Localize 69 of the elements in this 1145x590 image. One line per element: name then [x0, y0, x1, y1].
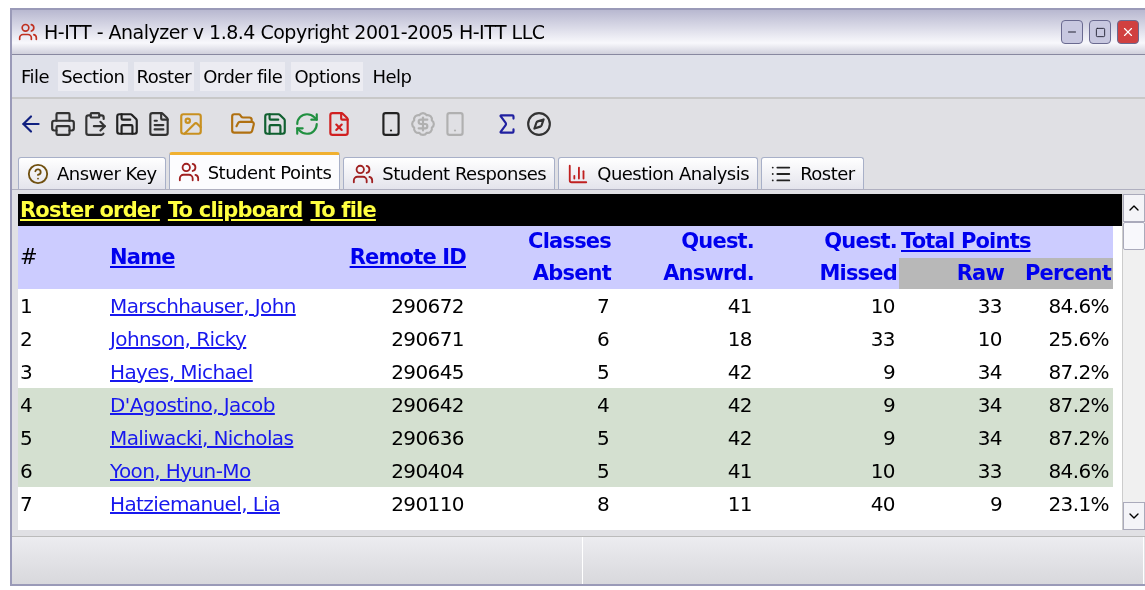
table-cell: 87.2% [1006, 421, 1113, 454]
menu-item[interactable]: File [18, 61, 53, 91]
tab[interactable]: Answer Key [18, 157, 166, 189]
table-cell: 84.6% [1006, 454, 1113, 487]
table-cell: 10 [756, 454, 899, 487]
column-header: Percent [1006, 257, 1113, 289]
compass-icon[interactable] [526, 111, 552, 137]
scrollbar[interactable] [1122, 194, 1145, 530]
maximize-button[interactable] [1089, 20, 1111, 44]
refresh-icon[interactable] [294, 111, 320, 137]
table-cell: 290642 [308, 388, 468, 421]
link[interactable]: Roster order [20, 198, 160, 222]
menu-item[interactable]: Roster [133, 61, 195, 91]
menu-item[interactable]: Options [291, 61, 364, 91]
column-header: Quest. Missed [756, 226, 899, 289]
name-link[interactable]: D'Agostino, Jacob [108, 388, 308, 421]
column-header[interactable]: Remote ID [308, 226, 468, 289]
column-header: Quest. Answrd. [613, 226, 756, 289]
table-cell: 9 [756, 388, 899, 421]
scroll-thumb[interactable] [1123, 222, 1145, 250]
table-cell: 34 [899, 388, 1006, 421]
tab[interactable]: Roster [761, 157, 864, 189]
table-cell: 6 [18, 454, 108, 487]
column-header: Raw [899, 257, 1006, 289]
table-cell: 4 [18, 388, 108, 421]
close-button[interactable] [1117, 20, 1139, 44]
scroll-down-button[interactable] [1123, 502, 1145, 530]
table-cell: 5 [468, 421, 613, 454]
column-header: # [18, 226, 108, 289]
printer-icon[interactable] [50, 111, 76, 137]
window-title: H-ITT - Analyzer v 1.8.4 Copyright 2001-2005 H-ITT LLC [44, 21, 546, 43]
tab[interactable]: Student Responses [343, 157, 556, 189]
table-cell: 290404 [308, 454, 468, 487]
link[interactable]: To clipboard [167, 198, 303, 222]
table-cell: 9 [756, 421, 899, 454]
table-cell: 87.2% [1006, 388, 1113, 421]
link[interactable]: To file [310, 198, 376, 222]
table-cell: 5 [18, 421, 108, 454]
close-icon [1121, 25, 1135, 39]
table-cell: 290636 [308, 421, 468, 454]
app-logo-icon [18, 22, 38, 42]
delete-document-icon[interactable] [326, 111, 352, 137]
menu-item[interactable]: Help [369, 61, 415, 91]
maximize-icon [1094, 26, 1106, 38]
column-header[interactable]: Name [108, 226, 308, 289]
table-cell: 34 [899, 421, 1006, 454]
table-cell: 4 [468, 388, 613, 421]
table-cell: 41 [613, 454, 756, 487]
name-link[interactable]: Maliwacki, Nicholas [108, 421, 308, 454]
clipboard-icon[interactable] [82, 111, 108, 137]
people-icon [177, 161, 200, 183]
document-icon[interactable] [146, 111, 172, 137]
column-header: Classes Absent [468, 226, 613, 289]
scroll-up-button[interactable] [1123, 194, 1145, 222]
bar-chart-icon [567, 162, 590, 185]
question-icon [27, 162, 49, 185]
menu-item[interactable]: Section [58, 61, 128, 91]
tab[interactable]: Student Points [168, 152, 341, 189]
table-cell: 42 [613, 388, 756, 421]
folder-icon[interactable] [230, 111, 256, 137]
people-icon [352, 162, 375, 185]
table-cell: 33 [899, 454, 1006, 487]
column-group-header[interactable]: Total Points [899, 226, 1113, 258]
tab[interactable]: Question Analysis [558, 157, 759, 189]
name-link[interactable]: Yoon, Hyun-Mo [108, 454, 308, 487]
table-cell: 42 [613, 421, 756, 454]
menu-item[interactable]: Order file [200, 61, 286, 91]
table-cell: 5 [468, 454, 613, 487]
minimize-button[interactable] [1061, 20, 1083, 44]
